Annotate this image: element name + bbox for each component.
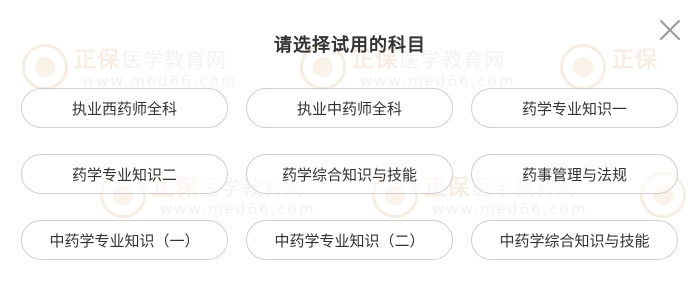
subject-option-button[interactable]: 药学专业知识二: [21, 154, 228, 194]
subject-option-button[interactable]: 执业西药师全科: [21, 88, 228, 128]
subject-option-button[interactable]: 中药学综合知识与技能: [471, 220, 678, 260]
subject-option-button[interactable]: 中药学专业知识（二）: [246, 220, 453, 260]
subject-option-button[interactable]: 药学综合知识与技能: [246, 154, 453, 194]
subject-option-button[interactable]: 药事管理与法规: [471, 154, 678, 194]
subject-options: 执业西药师全科 执业中药师全科 药学专业知识一 药学专业知识二 药学综合知识与技…: [0, 0, 700, 305]
subject-option-button[interactable]: 执业中药师全科: [246, 88, 453, 128]
subject-selection-dialog: 正保 医学教育网 www.med66.com 正保 医学教育网 www.med66.…: [0, 0, 700, 305]
subject-option-button[interactable]: 药学专业知识一: [471, 88, 678, 128]
subject-option-button[interactable]: 中药学专业知识（一）: [21, 220, 228, 260]
